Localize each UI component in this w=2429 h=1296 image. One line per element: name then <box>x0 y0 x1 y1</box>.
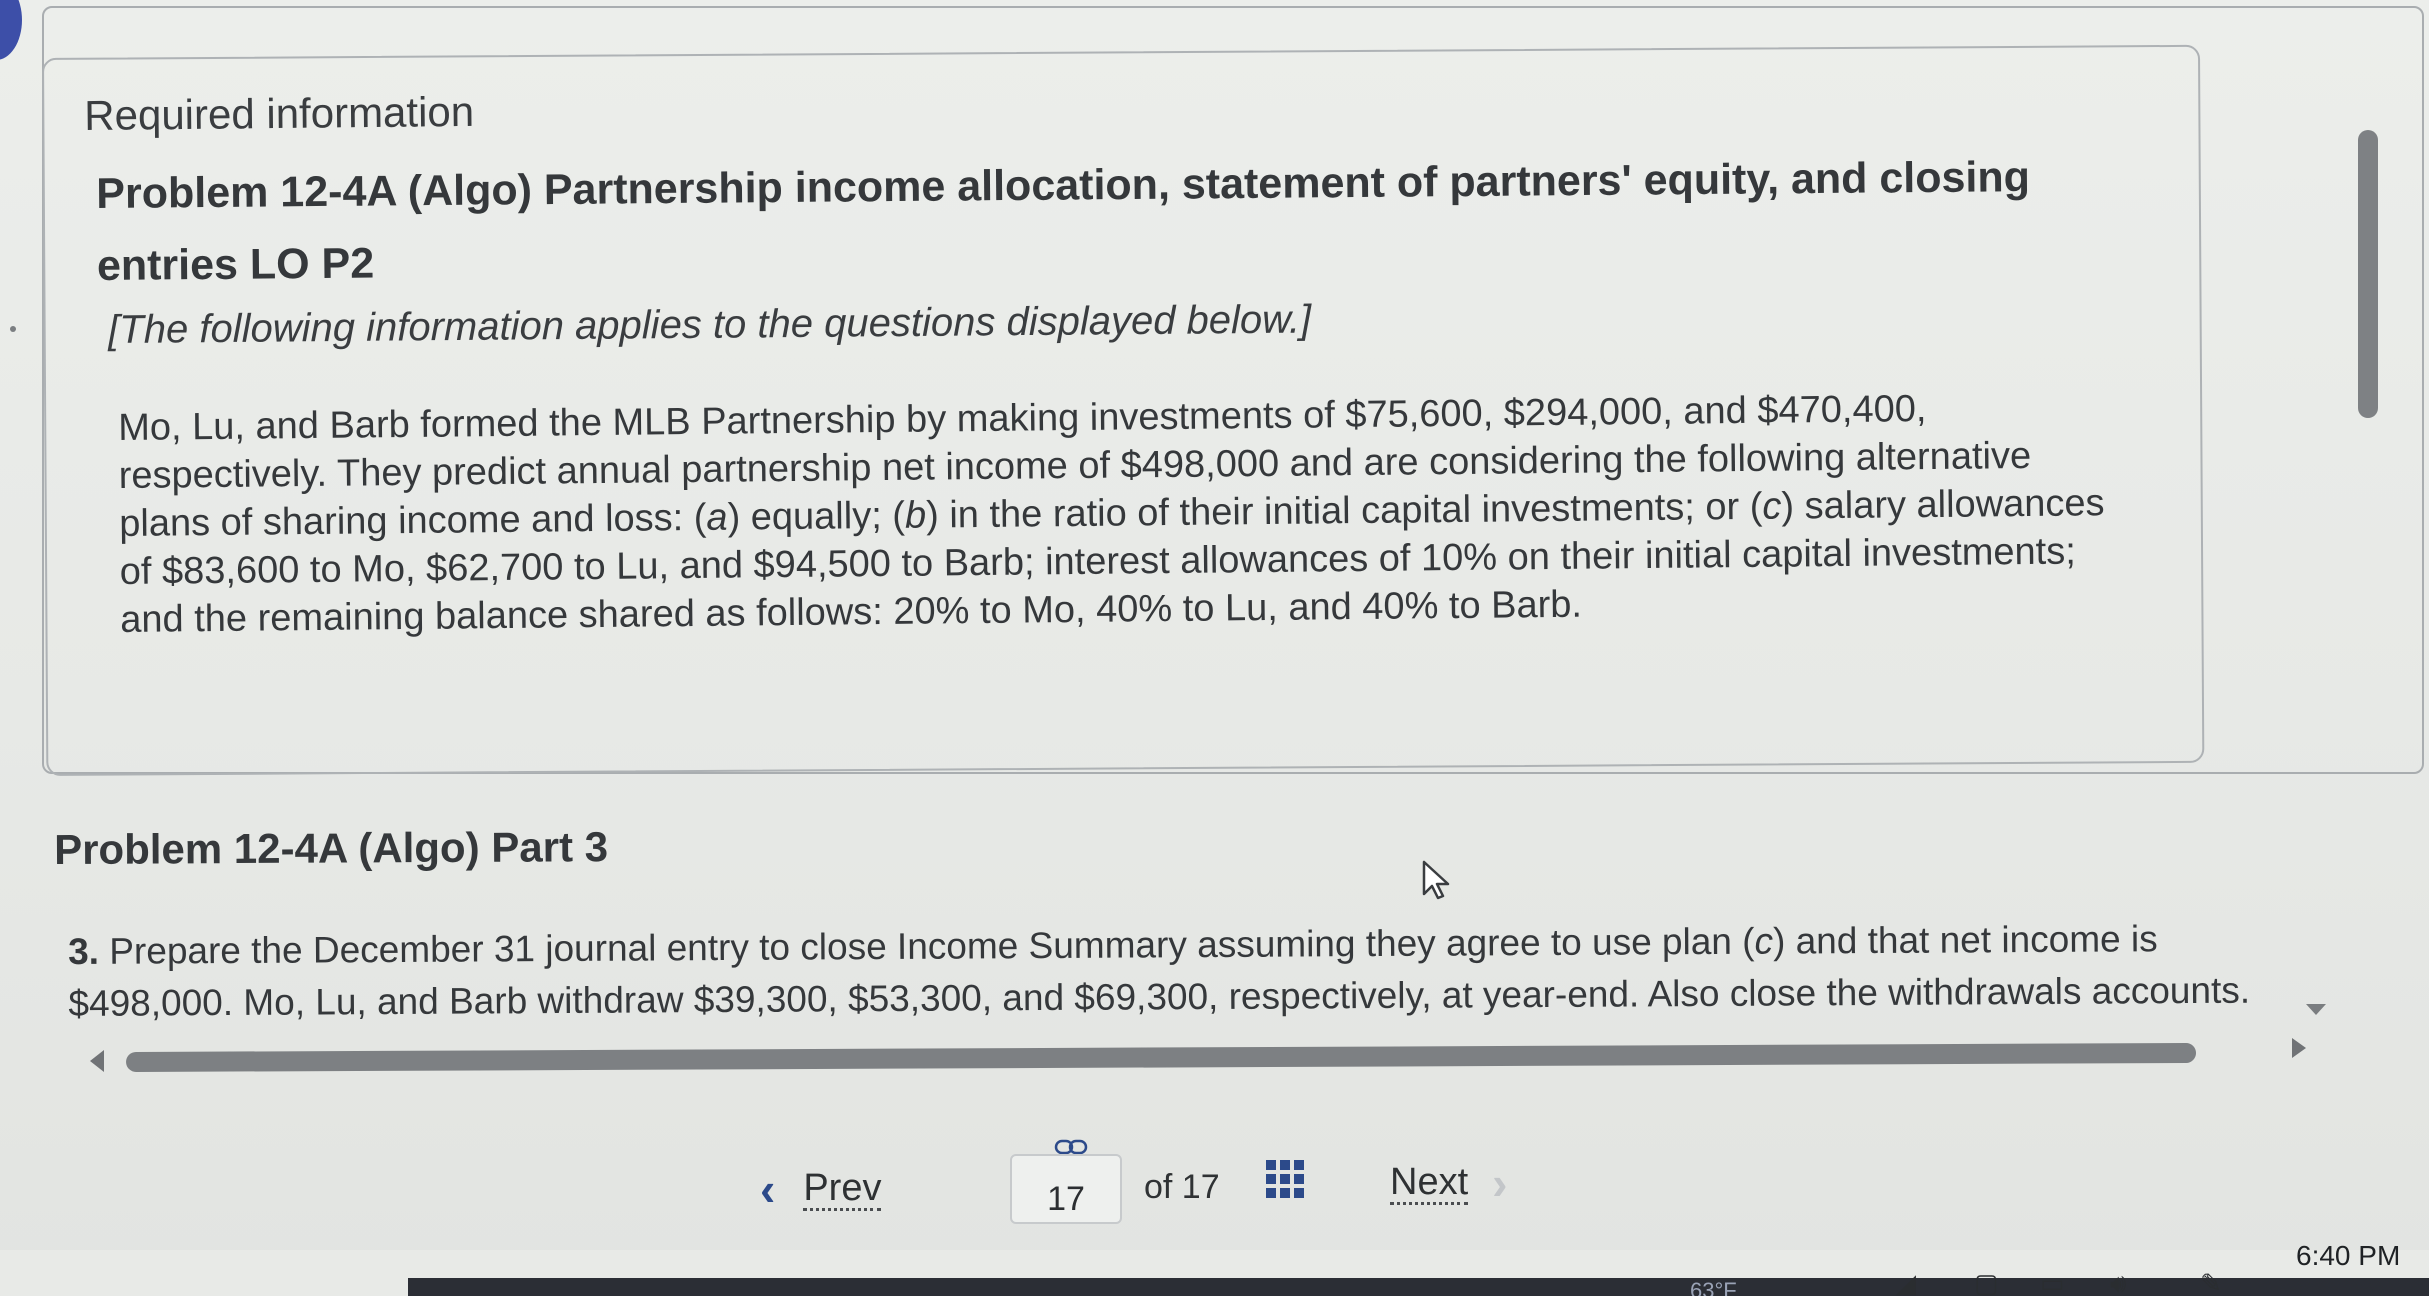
pen-icon[interactable]: ✎ <box>2200 1268 2222 1296</box>
current-page-number: 17 <box>1047 1180 1085 1218</box>
scenario-text: Mo, Lu, and Barb formed the MLB Partners… <box>118 383 2130 644</box>
next-button[interactable]: Next › <box>1390 1160 1507 1206</box>
vertical-scrollbar-thumb[interactable] <box>2358 130 2378 418</box>
problem-title: Problem 12-4A (Algo) Partnership income … <box>96 153 2031 290</box>
mouse-pointer-icon <box>1422 860 1450 900</box>
next-label: Next <box>1390 1160 1469 1205</box>
question-navigation: ‹ Prev 17 of 17 Next › <box>760 1139 1560 1230</box>
prev-label: Prev <box>803 1166 882 1211</box>
network-icon[interactable]: ◢ <box>1896 1268 1916 1296</box>
chevron-right-icon: › <box>1492 1157 1508 1209</box>
page-number-box[interactable]: 17 <box>1010 1154 1122 1224</box>
scenario-paragraph: Mo, Lu, and Barb formed the MLB Partners… <box>118 388 2105 641</box>
scroll-left-arrow-icon[interactable] <box>90 1050 104 1072</box>
question-number: 3. <box>68 930 100 972</box>
scroll-down-arrow-icon[interactable] <box>2306 1004 2326 1015</box>
horizontal-scrollbar[interactable] <box>86 1038 2306 1088</box>
battery-icon[interactable]: ▭ <box>2040 1268 2065 1296</box>
question-text: 3. Prepare the December 31 journal entry… <box>68 913 2269 1030</box>
chevron-left-icon: ‹ <box>760 1163 776 1215</box>
grid-icon[interactable] <box>1266 1160 1306 1200</box>
scroll-right-arrow-icon[interactable] <box>2292 1038 2306 1058</box>
screen: Required information Problem 12-4A (Algo… <box>0 0 2429 1296</box>
page-total: of 17 <box>1144 1168 1220 1206</box>
onedrive-icon[interactable]: ▢ <box>1974 1268 1999 1296</box>
horizontal-scrollbar-thumb[interactable] <box>126 1042 2197 1072</box>
margin-dot <box>10 326 16 332</box>
corner-indicator <box>0 0 22 60</box>
prev-button[interactable]: ‹ Prev <box>760 1163 882 1215</box>
part-title: Problem 12-4A (Algo) Part 3 <box>54 823 609 873</box>
weather-temperature[interactable]: 63°F <box>1690 1278 1737 1296</box>
taskbar-clock[interactable]: 6:40 PM <box>2296 1240 2400 1272</box>
volume-icon[interactable]: 🔊︎ <box>2110 1268 2126 1296</box>
question-body: Prepare the December 31 journal entry to… <box>68 918 2251 1024</box>
required-information-heading: Required information <box>84 87 475 139</box>
